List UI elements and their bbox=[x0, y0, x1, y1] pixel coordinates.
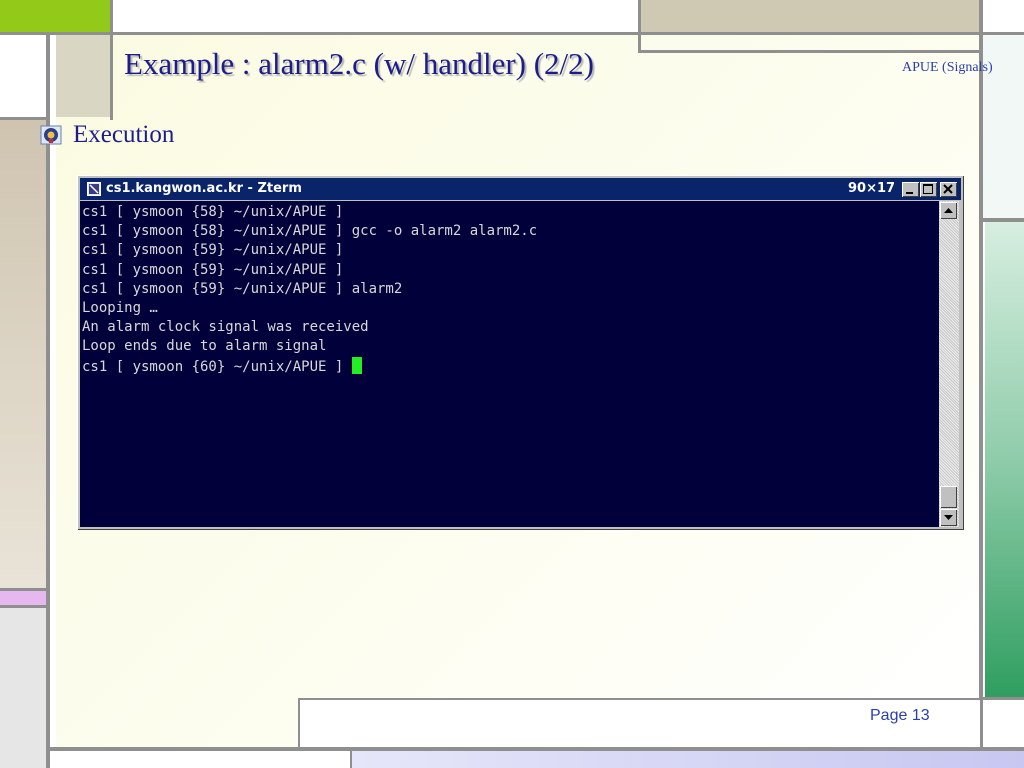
decor-tan-block bbox=[56, 35, 110, 117]
terminal-titlebar[interactable]: cs1.kangwon.ac.kr - Zterm 90×17 bbox=[80, 178, 961, 200]
decor-teal-block bbox=[985, 222, 1024, 698]
header-tag: APUE (Signals) bbox=[902, 60, 993, 75]
decor-tan-block bbox=[641, 0, 979, 32]
decor-line bbox=[983, 697, 1024, 700]
terminal-prompt-line[interactable]: cs1 [ ysmoon {60} ~/unix/APUE ] bbox=[82, 356, 537, 377]
terminal-line: cs1 [ ysmoon {59} ~/unix/APUE ] alarm2 bbox=[82, 280, 403, 297]
scroll-down-button[interactable] bbox=[940, 509, 957, 526]
terminal-scrollbar[interactable] bbox=[939, 201, 959, 527]
maximize-button[interactable] bbox=[920, 182, 937, 197]
decor-left-bottom bbox=[0, 608, 46, 768]
decor-line bbox=[0, 117, 50, 120]
terminal-line: cs1 [ ysmoon {59} ~/unix/APUE ] bbox=[82, 261, 344, 278]
bullet-icon bbox=[40, 125, 62, 145]
decor-bottom-strip bbox=[350, 751, 1024, 768]
decor-left-tan bbox=[0, 120, 46, 590]
terminal-line: cs1 [ ysmoon {58} ~/unix/APUE ] gcc -o a… bbox=[82, 223, 538, 240]
arrow-down-icon bbox=[944, 515, 953, 520]
terminal-line: An alarm clock signal was received bbox=[82, 319, 369, 336]
maximize-icon bbox=[923, 184, 933, 194]
terminal-line: Looping … bbox=[82, 300, 158, 317]
scroll-up-button[interactable] bbox=[940, 202, 957, 219]
terminal-window[interactable]: cs1.kangwon.ac.kr - Zterm 90×17 cs1 [ ys… bbox=[77, 175, 964, 530]
bullet-text: Execution bbox=[73, 121, 175, 148]
decor-green-block bbox=[0, 0, 110, 32]
arrow-up-icon bbox=[944, 208, 953, 213]
scroll-thumb[interactable] bbox=[940, 486, 957, 508]
decor-line bbox=[110, 0, 113, 120]
terminal-app-icon bbox=[87, 182, 101, 196]
decor-line bbox=[638, 0, 641, 52]
decor-line bbox=[0, 32, 1024, 35]
terminal-output: cs1 [ ysmoon {58} ~/unix/APUE ] cs1 [ ysm… bbox=[82, 203, 537, 377]
terminal-prompt: cs1 [ ysmoon {60} ~/unix/APUE ] bbox=[82, 358, 352, 375]
minimize-icon bbox=[906, 192, 913, 194]
decor-line bbox=[638, 50, 980, 53]
close-icon bbox=[943, 184, 953, 194]
page-number: Page 13 bbox=[870, 707, 930, 724]
decor-pink-block bbox=[0, 591, 46, 605]
terminal-line: cs1 [ ysmoon {59} ~/unix/APUE ] bbox=[82, 242, 344, 259]
minimize-button[interactable] bbox=[902, 182, 919, 197]
close-button[interactable] bbox=[940, 182, 957, 197]
terminal-size-indicator: 90×17 bbox=[848, 181, 896, 196]
terminal-screen[interactable]: cs1 [ ysmoon {58} ~/unix/APUE ] cs1 [ ysm… bbox=[80, 201, 939, 527]
terminal-cursor bbox=[351, 356, 362, 374]
terminal-line: Loop ends due to alarm signal bbox=[82, 338, 327, 355]
terminal-line: cs1 [ ysmoon {58} ~/unix/APUE ] bbox=[82, 204, 344, 220]
slide-title: Example : alarm2.c (w/ handler) (2/2) bbox=[124, 46, 594, 81]
terminal-title: cs1.kangwon.ac.kr - Zterm bbox=[106, 181, 302, 196]
